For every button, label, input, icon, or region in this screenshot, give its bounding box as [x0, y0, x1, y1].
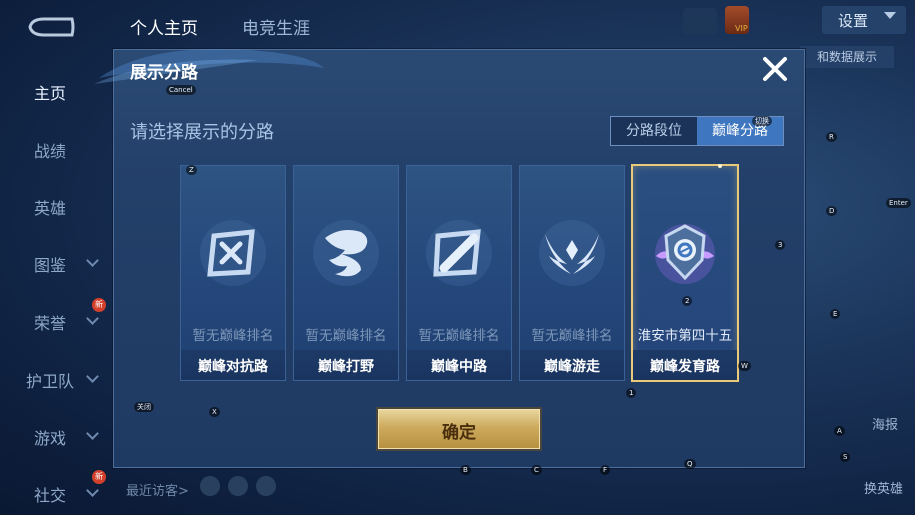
new-badge: 新 — [92, 470, 106, 484]
settings-button[interactable]: 设置 — [822, 6, 906, 34]
sidebar-item-heroes[interactable]: 英雄 — [0, 187, 112, 227]
card-name-bar: 巅峰游走 — [520, 350, 624, 380]
chevron-down-icon — [884, 12, 896, 19]
sidebar: 主页 战绩 英雄 图鉴 荣誉 新 护卫队 游戏 社交 新 — [0, 48, 112, 515]
lane-card-adc[interactable]: 淮安市第四十五 巅峰发育路 — [631, 164, 739, 382]
key-hint-x: X — [209, 407, 220, 417]
card-name-bar: 巅峰发育路 — [633, 350, 737, 380]
close-icon[interactable] — [760, 54, 790, 84]
key-hint-q: Q — [684, 459, 696, 469]
sidebar-item-honor[interactable]: 荣誉 新 — [0, 298, 112, 342]
visitor-avatar[interactable] — [200, 476, 220, 496]
key-hint-a: A — [834, 426, 845, 436]
title-swoosh-decoration — [94, 48, 324, 84]
card-name-bar: 巅峰中路 — [407, 350, 511, 380]
chevron-down-icon — [86, 370, 99, 383]
card-lane-name: 巅峰游走 — [544, 359, 600, 375]
key-hint-w: W — [738, 361, 751, 371]
corner-dot — [718, 164, 722, 168]
sidebar-item-label: 护卫队 — [26, 372, 75, 391]
lane-card-jungle[interactable]: 暂无巅峰排名 巅峰打野 — [293, 165, 399, 381]
key-hint-b: B — [460, 465, 471, 475]
lane-card-support[interactable]: 暂无巅峰排名 巅峰游走 — [519, 165, 625, 381]
sidebar-item-label: 英雄 — [34, 199, 67, 218]
toggle-lane-rank[interactable]: 分路段位 — [611, 117, 697, 145]
key-hint-enter: Enter — [886, 198, 911, 208]
card-rank-text: 暂无巅峰排名 — [305, 328, 387, 344]
key-hint-toggle: 切换 — [752, 116, 772, 126]
card-lane-name: 巅峰中路 — [431, 359, 487, 375]
card-rank-text: 暂无巅峰排名 — [531, 328, 613, 344]
dragon-icon — [313, 220, 379, 286]
visitor-avatar[interactable] — [256, 476, 276, 496]
chevron-down-icon — [86, 312, 99, 325]
sidebar-item-label: 战绩 — [34, 142, 67, 161]
lane-card-top[interactable]: 暂无巅峰排名 巅峰对抗路 — [180, 165, 286, 381]
wings-icon — [539, 220, 605, 286]
vip-badge: VIP — [735, 24, 748, 33]
card-rank-text: 淮安市第四十五 — [637, 328, 733, 344]
sidebar-item-codex[interactable]: 图鉴 — [0, 244, 112, 284]
card-lane-name: 巅峰发育路 — [650, 359, 720, 375]
card-lane-name: 巅峰打野 — [318, 359, 374, 375]
key-hint-z: Z — [186, 165, 197, 175]
sidebar-item-guard-team[interactable]: 护卫队 — [0, 360, 112, 400]
key-hint-e: E — [830, 309, 841, 319]
card-lane-name: 巅峰对抗路 — [198, 359, 268, 375]
tab-profile[interactable]: 个人主页 — [130, 14, 198, 39]
sidebar-item-games[interactable]: 游戏 — [0, 417, 112, 457]
sidebar-item-label: 主页 — [34, 84, 67, 103]
card-rank-text: 暂无巅峰排名 — [418, 328, 500, 344]
lane-card-mid[interactable]: 暂无巅峰排名 巅峰中路 — [406, 165, 512, 381]
chevron-down-icon — [86, 427, 99, 440]
crest-badge-icon — [655, 224, 715, 284]
key-hint-c: C — [531, 465, 542, 475]
key-hint-r: R — [826, 132, 837, 142]
tab-esports-career[interactable]: 电竞生涯 — [242, 14, 310, 39]
sidebar-item-social[interactable]: 社交 新 — [0, 470, 112, 514]
sidebar-item-label: 图鉴 — [34, 256, 67, 275]
new-badge: 新 — [92, 298, 106, 312]
visitor-avatar[interactable] — [228, 476, 248, 496]
recent-visitors-link[interactable]: 最近访客> — [126, 480, 189, 499]
confirm-button[interactable]: 确定 — [378, 409, 540, 449]
settings-label: 设置 — [838, 12, 869, 30]
sword-shield-icon — [200, 220, 266, 286]
poster-button[interactable]: 海报 — [872, 414, 898, 433]
notification-icon[interactable] — [683, 8, 717, 34]
data-display-tag[interactable]: 和数据展示 — [800, 46, 894, 68]
card-name-bar: 巅峰打野 — [294, 350, 398, 380]
lane-display-dialog: 展示分路 请选择展示的分路 分路段位 巅峰分路 暂无巅峰排名 巅峰对抗路 暂无巅… — [94, 48, 805, 468]
change-hero-button[interactable]: 换英雄 — [864, 478, 903, 497]
sidebar-item-label: 游戏 — [34, 429, 67, 448]
card-rank-text: 暂无巅峰排名 — [192, 328, 274, 344]
dialog-title: 展示分路 — [130, 63, 198, 83]
back-arrow-icon[interactable] — [26, 16, 76, 38]
key-hint-s: S — [840, 452, 851, 462]
slash-staff-icon — [426, 220, 492, 286]
key-hint-close: 关闭 — [134, 402, 154, 412]
key-hint-f: F — [600, 465, 611, 475]
card-name-bar: 巅峰对抗路 — [181, 350, 285, 380]
sidebar-item-label: 社交 — [34, 486, 67, 505]
confirm-button-label: 确定 — [442, 423, 476, 443]
select-lane-prompt: 请选择展示的分路 — [130, 122, 274, 143]
sidebar-item-label: 荣誉 — [34, 314, 67, 333]
key-hint-cancel: Cancel — [166, 85, 196, 95]
chevron-down-icon — [86, 484, 99, 497]
chevron-down-icon — [86, 254, 99, 267]
sidebar-item-record[interactable]: 战绩 — [0, 130, 112, 170]
key-hint-d: D — [826, 206, 838, 216]
